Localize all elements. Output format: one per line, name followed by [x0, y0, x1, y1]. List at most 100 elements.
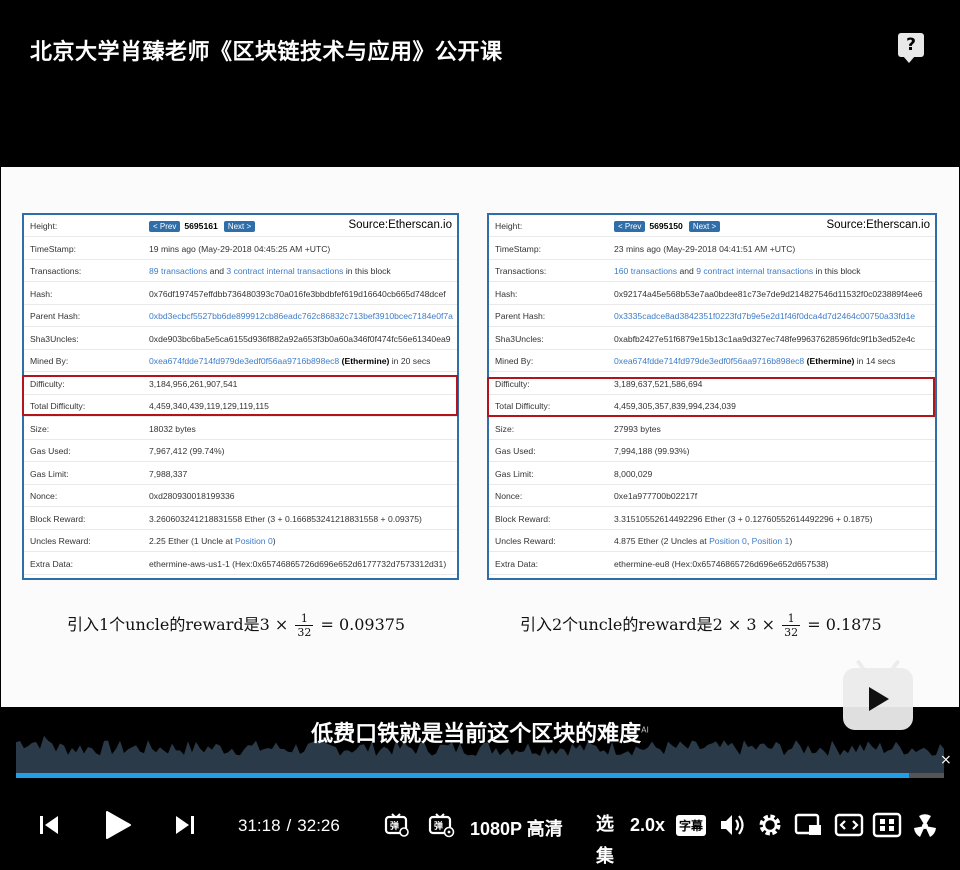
numerator: 1 [782, 612, 801, 626]
quality-selector[interactable]: 1080P 高清 [470, 815, 563, 841]
time-display: 31:18 / 32:26 [238, 816, 340, 836]
info-row: Sha3Uncles: 0xabfb2427e51f6879e15b13c1aa9… [489, 328, 935, 350]
row-key: Sha3Uncles: [495, 333, 544, 344]
prev-block-button[interactable]: < Prev [149, 221, 181, 232]
row-value: 7,994,188 (99.93%) [614, 446, 690, 456]
info-row: Extra Data: ethermine-eu8 (Hex:0x65746865… [489, 553, 935, 575]
numerator: 1 [295, 612, 314, 626]
row-value: 3.260603241218831558 Ether (3 + 0.166853… [149, 513, 422, 524]
row-key: Block Reward: [30, 513, 86, 524]
row-value: ethermine-aws-us1-1 (Hex:0x65746865726d6… [149, 558, 447, 569]
row-link1[interactable]: 160 transactions [614, 266, 677, 276]
row-mid: and [207, 266, 227, 276]
row-bold: (Ethermine) [804, 356, 855, 366]
row-key: Sha3Uncles: [30, 333, 79, 344]
info-row: Transactions: 160 transactions and 9 cont… [489, 260, 935, 282]
row-value: 0xbd3ecbcf5527bb6de899912cb86eadc762c868… [149, 311, 453, 321]
formula-right-prefix: 引入2个uncle的reward是2 × 3 × [520, 615, 776, 634]
next-icon[interactable] [174, 814, 196, 836]
row-key: Size: [495, 423, 515, 434]
row-value: 7,988,337 [149, 468, 188, 479]
info-row: TimeStamp: 19 mins ago (May-29-2018 04:45… [24, 238, 457, 260]
formula-left-result: = 0.09375 [320, 615, 406, 634]
progress-end-marker[interactable]: ⨯ [940, 752, 952, 768]
info-row: Gas Limit: 7,988,337 [24, 463, 457, 485]
row-key: Mined By: [30, 356, 69, 366]
row-link[interactable]: 0x3335cadce8ad3842351f0223fd7b9e5e2d1f46… [614, 311, 915, 321]
row-value: 8,000,029 [614, 468, 653, 479]
row-tail: in this block [343, 266, 391, 276]
speed-selector[interactable]: 2.0x [630, 815, 665, 836]
info-row: Transactions: 89 transactions and 3 contr… [24, 260, 457, 282]
danmaku-settings-icon[interactable]: 弹 [428, 812, 456, 838]
row-tail: in this block [813, 266, 861, 276]
block-height: 5695161 [184, 221, 218, 231]
row-key: Parent Hash: [495, 311, 546, 321]
next-block-button[interactable]: Next > [688, 221, 721, 232]
play-icon[interactable] [104, 810, 132, 840]
svg-text:弹: 弹 [434, 820, 443, 832]
fraction: 1 32 [782, 612, 801, 639]
next-block-button[interactable]: Next > [223, 221, 256, 232]
row-bold: (Ethermine) [339, 356, 390, 366]
row-link[interactable]: Position 0 [235, 536, 273, 546]
settings-icon[interactable] [756, 811, 784, 839]
row-tail: ) [789, 536, 793, 546]
row-value: 0xde903bc6ba5e5ca6155d936f882a92a653f3b0… [149, 334, 451, 344]
row-value: 0xabfb2427e51f6879e15b13c1aa9d327ec748fe… [614, 334, 915, 344]
row-key: Parent Hash: [30, 311, 81, 321]
row-key: Height: [30, 221, 58, 231]
info-row: Size: 27993 bytes [489, 418, 935, 440]
time-separator: / [286, 816, 292, 835]
row-key: Nonce: [30, 491, 58, 501]
danmaku-toggle-icon[interactable]: 弹 [384, 812, 410, 838]
row-link2[interactable]: Position 1 [752, 536, 790, 546]
row-value: 4.875 Ether (2 Uncles at Position 0, Pos… [614, 536, 792, 546]
row-link[interactable]: Position 0 [709, 536, 747, 546]
row-key: Uncles Reward: [30, 536, 91, 546]
row-value: 23 mins ago (May-29-2018 04:41:51 AM +UT… [614, 243, 796, 254]
slide-content: Source:Etherscan.io Height: < Prev 5695161… [1, 167, 959, 707]
row-value: 23 mins ago (May-29-2018 04:41:51 AM +UT… [614, 244, 795, 254]
row-key: Extra Data: [495, 558, 538, 569]
progress-bar[interactable] [16, 773, 944, 778]
fraction: 1 32 [295, 612, 314, 639]
prev-icon[interactable] [38, 814, 60, 836]
info-row: Gas Used: 7,994,188 (99.93%) [489, 440, 935, 462]
row-value: < Prev 5695150 Next > [614, 221, 724, 232]
info-row: Extra Data: ethermine-aws-us1-1 (Hex:0x65… [24, 553, 457, 575]
row-value: ethermine-aws-us1-1 (Hex:0x65746865726d6… [149, 559, 446, 569]
prev-block-button[interactable]: < Prev [614, 221, 646, 232]
row-link[interactable]: 0xea674fdde714fd979de3edf0f56aa9716b898e… [614, 356, 804, 366]
row-value: 27993 bytes [614, 423, 661, 434]
row-link2[interactable]: 9 contract internal transactions [696, 266, 813, 276]
row-mid: and [677, 266, 697, 276]
row-tail: in 20 secs [389, 356, 431, 366]
row-link[interactable]: 0xbd3ecbcf5527bb6de899912cb86eadc762c868… [149, 311, 453, 321]
widescreen-icon[interactable] [834, 812, 864, 838]
row-link[interactable]: 0xea674fdde714fd979de3edf0f56aa9716b898e… [149, 356, 339, 366]
row-value: 0x76df197457effdbb736480393c70a016fe3bbd… [149, 289, 446, 299]
row-value: 18032 bytes [149, 424, 196, 434]
difficulty-highlight-left [22, 375, 458, 416]
info-row: Sha3Uncles: 0xde903bc6ba5e5ca6155d936f882… [24, 328, 457, 350]
row-link1[interactable]: 89 transactions [149, 266, 207, 276]
current-time: 31:18 [238, 816, 281, 835]
subtitle-button[interactable]: 字幕 [676, 815, 707, 836]
episode-select[interactable]: 选集 [596, 808, 618, 870]
formula-left: 引入1个uncle的reward是3 × 1 32 = 0.09375 [67, 611, 405, 639]
fullscreen-icon[interactable] [872, 812, 902, 838]
row-value: ethermine-eu8 (Hex:0x65746865726d696e652… [614, 559, 829, 569]
info-row: Mined By: 0xea674fdde714fd979de3edf0f56aa… [24, 350, 457, 372]
block-height: 5695150 [649, 221, 683, 231]
radiation-icon[interactable] [910, 811, 940, 841]
row-value: 3.260603241218831558 Ether (3 + 0.166853… [149, 514, 422, 524]
question-bubble-icon[interactable]: ? [898, 33, 924, 63]
row-key: Transactions: [30, 266, 82, 276]
info-row: Parent Hash: 0xbd3ecbcf5527bb6de899912cb8… [24, 305, 457, 327]
pip-icon[interactable] [794, 812, 824, 838]
row-link2[interactable]: 3 contract internal transactions [226, 266, 343, 276]
volume-icon[interactable] [718, 812, 746, 838]
info-row: Hash: 0x76df197457effdbb736480393c70a016f… [24, 283, 457, 305]
row-value: ethermine-eu8 (Hex:0x65746865726d696e652… [614, 558, 829, 569]
